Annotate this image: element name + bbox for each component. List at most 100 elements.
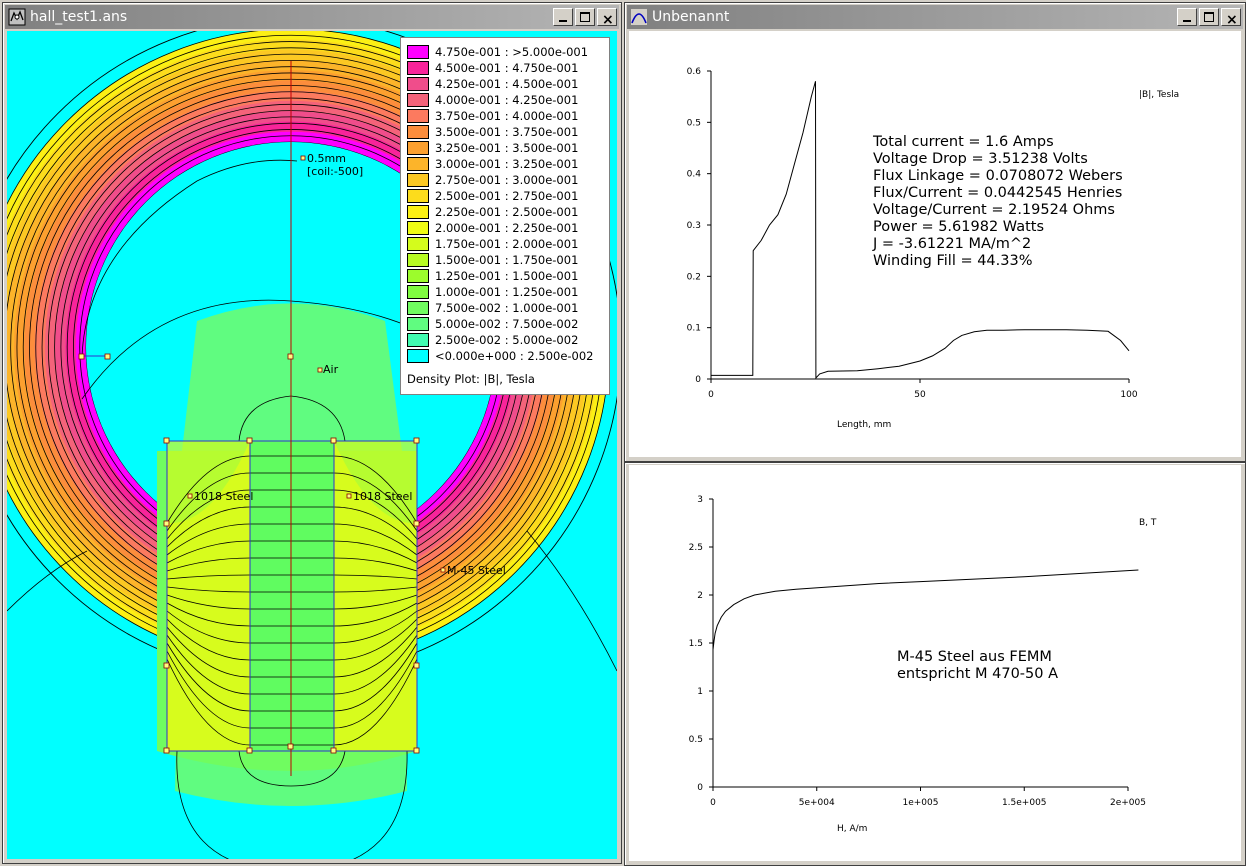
x-tick-label: 100: [1120, 390, 1137, 400]
legend-swatch: [407, 45, 429, 59]
plot-app-icon: [631, 9, 647, 25]
y-tick-label: 0: [697, 783, 703, 793]
legend-item: <0.000e+000 : 2.500e-002: [407, 348, 603, 364]
legend-item: 1.750e-001 : 2.000e-001: [407, 236, 603, 252]
y-tick-label: 0.2: [687, 272, 701, 282]
legend-swatch: [407, 253, 429, 267]
legend-swatch: [407, 77, 429, 91]
model-view[interactable]: 0.5mm [coil:-500] Air 1018 Steel 1018 St…: [7, 31, 617, 859]
legend-swatch: [407, 125, 429, 139]
x-tick-label: 0: [710, 798, 716, 808]
density-legend: 4.750e-001 : >5.000e-001 4.500e-001 : 4.7…: [400, 37, 610, 395]
legend-item: 1.000e-001 : 1.250e-001: [407, 284, 603, 300]
legend-label: 3.250e-001 : 3.500e-001: [435, 141, 579, 155]
legend-item: 4.750e-001 : >5.000e-001: [407, 44, 603, 60]
model-window[interactable]: hall_test1.ans × 0.5mm [coil:-500] Air 1…: [2, 2, 622, 864]
annotation-line: Total current = 1.6 Amps: [872, 134, 1054, 150]
legend-item: 5.000e-002 : 7.500e-002: [407, 316, 603, 332]
legend-item: 7.500e-002 : 1.000e-001: [407, 300, 603, 316]
y-tick-label: 2.5: [689, 543, 703, 553]
flux-density-chart: 0 0.1 0.2 0.3 0.4 0.5 0.6 0 50 100 Length, mm |B|, …: [687, 67, 1180, 430]
close-button[interactable]: ×: [597, 8, 617, 28]
legend-item: 3.500e-001 : 3.750e-001: [407, 124, 603, 140]
close-icon: ×: [602, 12, 614, 28]
plot-title-bar[interactable]: Unbenannt ×: [627, 5, 1243, 29]
annotation-line: entspricht M 470-50 A: [897, 666, 1058, 682]
legend-swatch: [407, 93, 429, 107]
annotation-line: Winding Fill = 44.33%: [873, 253, 1033, 269]
legend-swatch: [407, 269, 429, 283]
y-tick-label: 2: [697, 591, 703, 601]
x-tick-label: 50: [914, 390, 926, 400]
close-icon: ×: [1226, 12, 1238, 28]
legend-item: 4.500e-001 : 4.750e-001: [407, 60, 603, 76]
maximize-icon: [580, 12, 590, 22]
steel-right-label: 1018 Steel: [353, 490, 412, 503]
legend-label: 1.000e-001 : 1.250e-001: [435, 285, 579, 299]
series-line: [712, 569, 1139, 650]
x-axis-label: Length, mm: [837, 420, 891, 430]
x-tick-label: 1e+005: [903, 798, 939, 808]
x-tick-label: 1.5e+005: [1002, 798, 1047, 808]
coil-label: [coil:-500]: [307, 165, 363, 178]
plot-minimize-button[interactable]: [1177, 8, 1197, 26]
minimize-icon: [559, 20, 567, 22]
maximize-button[interactable]: [575, 8, 595, 26]
legend-swatch: [407, 317, 429, 331]
plot1-area[interactable]: 0 0.1 0.2 0.3 0.4 0.5 0.6 0 50 100 Length, mm |B|, …: [629, 31, 1241, 457]
legend-label: 3.000e-001 : 3.250e-001: [435, 157, 579, 171]
legend-swatch: [407, 173, 429, 187]
y-tick-label: 1: [697, 687, 703, 697]
legend-label: 4.250e-001 : 4.500e-001: [435, 77, 579, 91]
legend-swatch: [407, 141, 429, 155]
legend-item: 3.000e-001 : 3.250e-001: [407, 156, 603, 172]
legend-item: 4.000e-001 : 4.250e-001: [407, 92, 603, 108]
legend-label: 1.750e-001 : 2.000e-001: [435, 237, 579, 251]
legend-label: 3.500e-001 : 3.750e-001: [435, 125, 579, 139]
legend-swatch: [407, 109, 429, 123]
legend-swatch: [407, 189, 429, 203]
model-title-bar[interactable]: hall_test1.ans ×: [5, 5, 619, 29]
x-axis-label: H, A/m: [837, 824, 867, 834]
legend-label: 3.750e-001 : 4.000e-001: [435, 109, 579, 123]
plot-maximize-button[interactable]: [1199, 8, 1219, 26]
annotation-line: Voltage Drop = 3.51238 Volts: [873, 151, 1088, 167]
plot2-area[interactable]: 0 0.5 1 1.5 2 2.5 3 0 5e+004 1e+005 1.5e+005 2e+005…: [629, 465, 1241, 861]
x-tick-label: 2e+005: [1110, 798, 1146, 808]
plot-window-title: Unbenannt: [652, 9, 730, 25]
minimize-button[interactable]: [553, 8, 573, 26]
plot-window[interactable]: Unbenannt × 0 0.1 0.2 0.3 0.4 0.5 0.6 0 50 100 Len…: [624, 2, 1246, 462]
legend-item: 4.250e-001 : 4.500e-001: [407, 76, 603, 92]
y-tick-label: 0.3: [687, 221, 701, 231]
legend-label: 5.000e-002 : 7.500e-002: [435, 317, 579, 331]
legend-swatch: [407, 301, 429, 315]
x-tick-label: 0: [708, 390, 714, 400]
m45-steel-label: M-45 Steel: [447, 564, 506, 577]
legend-label: 2.500e-002 : 5.000e-002: [435, 333, 579, 347]
legend-swatch: [407, 157, 429, 171]
annotation-line: Power = 5.61982 Watts: [873, 219, 1044, 235]
y-tick-label: 0.6: [687, 67, 702, 77]
legend-item: 2.000e-001 : 2.250e-001: [407, 220, 603, 236]
steel-left-label: 1018 Steel: [194, 490, 253, 503]
y-tick-label: 3: [697, 495, 703, 505]
legend-label: 7.500e-002 : 1.000e-001: [435, 301, 579, 315]
legend-item: 1.500e-001 : 1.750e-001: [407, 252, 603, 268]
legend-swatch: [407, 221, 429, 235]
legend-label: 1.500e-001 : 1.750e-001: [435, 253, 579, 267]
annotation-line: M-45 Steel aus FEMM: [897, 649, 1052, 665]
legend-label: 2.250e-001 : 2.500e-001: [435, 205, 579, 219]
y-axis-label: B, T: [1139, 518, 1157, 528]
bh-curve-window[interactable]: 0 0.5 1 1.5 2 2.5 3 0 5e+004 1e+005 1.5e+005 2e+005…: [624, 462, 1246, 866]
annotation-line: Voltage/Current = 2.19524 Ohms: [873, 202, 1115, 218]
y-tick-label: 0.5: [687, 118, 701, 128]
minimize-icon: [1183, 20, 1191, 22]
y-tick-label: 0.1: [687, 324, 701, 334]
legend-item: 2.250e-001 : 2.500e-001: [407, 204, 603, 220]
wire-label: 0.5mm: [307, 152, 346, 165]
legend-item: 3.750e-001 : 4.000e-001: [407, 108, 603, 124]
plot-close-button[interactable]: ×: [1221, 8, 1241, 28]
model-window-title: hall_test1.ans: [30, 9, 128, 25]
y-tick-label: 0.4: [687, 170, 702, 180]
legend-swatch: [407, 349, 429, 363]
